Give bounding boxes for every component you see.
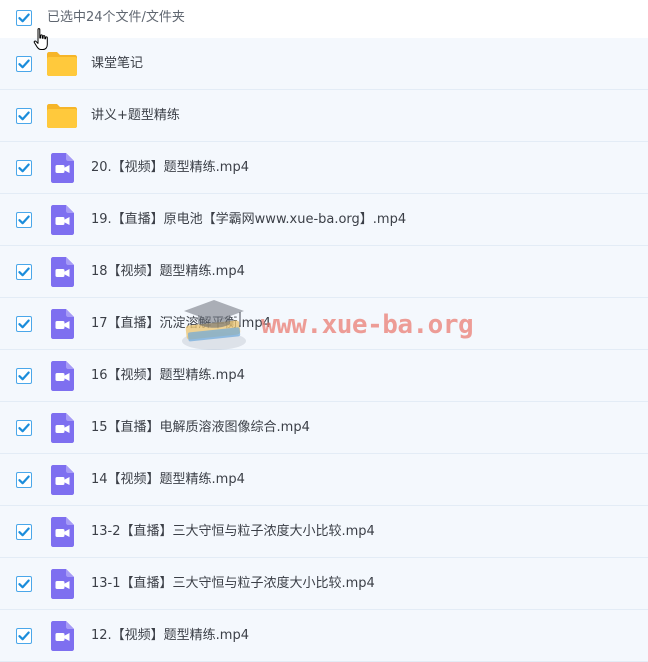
video-file-icon — [51, 205, 74, 235]
hand-cursor-icon — [33, 28, 48, 50]
row-checkbox[interactable] — [16, 368, 32, 384]
file-row[interactable]: 15【直播】电解质溶液图像综合.mp4 — [0, 402, 648, 454]
file-name[interactable]: 19.【直播】原电池【学霸网www.xue-ba.org】.mp4 — [91, 210, 406, 230]
file-row[interactable]: 14【视频】题型精练.mp4 — [0, 454, 648, 506]
video-file-icon — [51, 361, 74, 391]
file-row[interactable]: 讲义+题型精练 — [0, 90, 648, 142]
file-row[interactable]: 13-2【直播】三大守恒与粒子浓度大小比较.mp4 — [0, 506, 648, 558]
row-checkbox[interactable] — [16, 264, 32, 280]
file-name[interactable]: 课堂笔记 — [91, 54, 143, 74]
row-checkbox[interactable] — [16, 316, 32, 332]
video-file-icon — [51, 309, 74, 339]
folder-icon — [47, 104, 77, 128]
file-name[interactable]: 18【视频】题型精练.mp4 — [91, 262, 245, 282]
video-file-icon — [51, 413, 74, 443]
checkmark-icon — [18, 631, 30, 641]
row-checkbox[interactable] — [16, 56, 32, 72]
file-row[interactable]: 17【直播】沉淀溶解平衡.mp4 — [0, 298, 648, 350]
selection-header: 已选中24个文件/文件夹 — [0, 0, 648, 38]
checkmark-icon — [18, 111, 30, 121]
selection-count-label: 已选中24个文件/文件夹 — [47, 10, 185, 25]
row-checkbox[interactable] — [16, 160, 32, 176]
row-checkbox[interactable] — [16, 628, 32, 644]
row-checkbox[interactable] — [16, 472, 32, 488]
checkmark-icon — [18, 163, 30, 173]
file-name[interactable]: 15【直播】电解质溶液图像综合.mp4 — [91, 418, 310, 438]
row-checkbox[interactable] — [16, 524, 32, 540]
file-name[interactable]: 20.【视频】题型精练.mp4 — [91, 158, 249, 178]
file-name[interactable]: 12.【视频】题型精练.mp4 — [91, 626, 249, 646]
file-name[interactable]: 16【视频】题型精练.mp4 — [91, 366, 245, 386]
checkmark-icon — [18, 267, 30, 277]
file-row[interactable]: 16【视频】题型精练.mp4 — [0, 350, 648, 402]
select-all-checkbox[interactable] — [16, 10, 32, 26]
video-file-icon — [51, 569, 74, 599]
file-name[interactable]: 14【视频】题型精练.mp4 — [91, 470, 245, 490]
checkmark-icon — [18, 527, 30, 537]
video-file-icon — [51, 465, 74, 495]
checkmark-icon — [18, 13, 30, 23]
checkmark-icon — [18, 475, 30, 485]
file-name[interactable]: 13-1【直播】三大守恒与粒子浓度大小比较.mp4 — [91, 574, 375, 594]
checkmark-icon — [18, 423, 30, 433]
video-file-icon — [51, 153, 74, 183]
checkmark-icon — [18, 59, 30, 69]
file-row[interactable]: 课堂笔记 — [0, 38, 648, 90]
checkmark-icon — [18, 371, 30, 381]
file-row[interactable]: 20.【视频】题型精练.mp4 — [0, 142, 648, 194]
row-checkbox[interactable] — [16, 420, 32, 436]
checkmark-icon — [18, 319, 30, 329]
row-checkbox[interactable] — [16, 576, 32, 592]
video-file-icon — [51, 517, 74, 547]
file-name[interactable]: 17【直播】沉淀溶解平衡.mp4 — [91, 314, 271, 334]
file-name[interactable]: 13-2【直播】三大守恒与粒子浓度大小比较.mp4 — [91, 522, 375, 542]
file-row[interactable]: 12.【视频】题型精练.mp4 — [0, 610, 648, 662]
file-name[interactable]: 讲义+题型精练 — [91, 106, 180, 126]
file-row[interactable]: 18【视频】题型精练.mp4 — [0, 246, 648, 298]
file-row[interactable]: 13-1【直播】三大守恒与粒子浓度大小比较.mp4 — [0, 558, 648, 610]
checkmark-icon — [18, 215, 30, 225]
file-row[interactable]: 19.【直播】原电池【学霸网www.xue-ba.org】.mp4 — [0, 194, 648, 246]
row-checkbox[interactable] — [16, 212, 32, 228]
file-list: 课堂笔记讲义+题型精练 20.【视频】题型精练.mp4 19.【直播】原电池【学霸网… — [0, 38, 648, 662]
row-checkbox[interactable] — [16, 108, 32, 124]
video-file-icon — [51, 257, 74, 287]
checkmark-icon — [18, 579, 30, 589]
video-file-icon — [51, 621, 74, 651]
